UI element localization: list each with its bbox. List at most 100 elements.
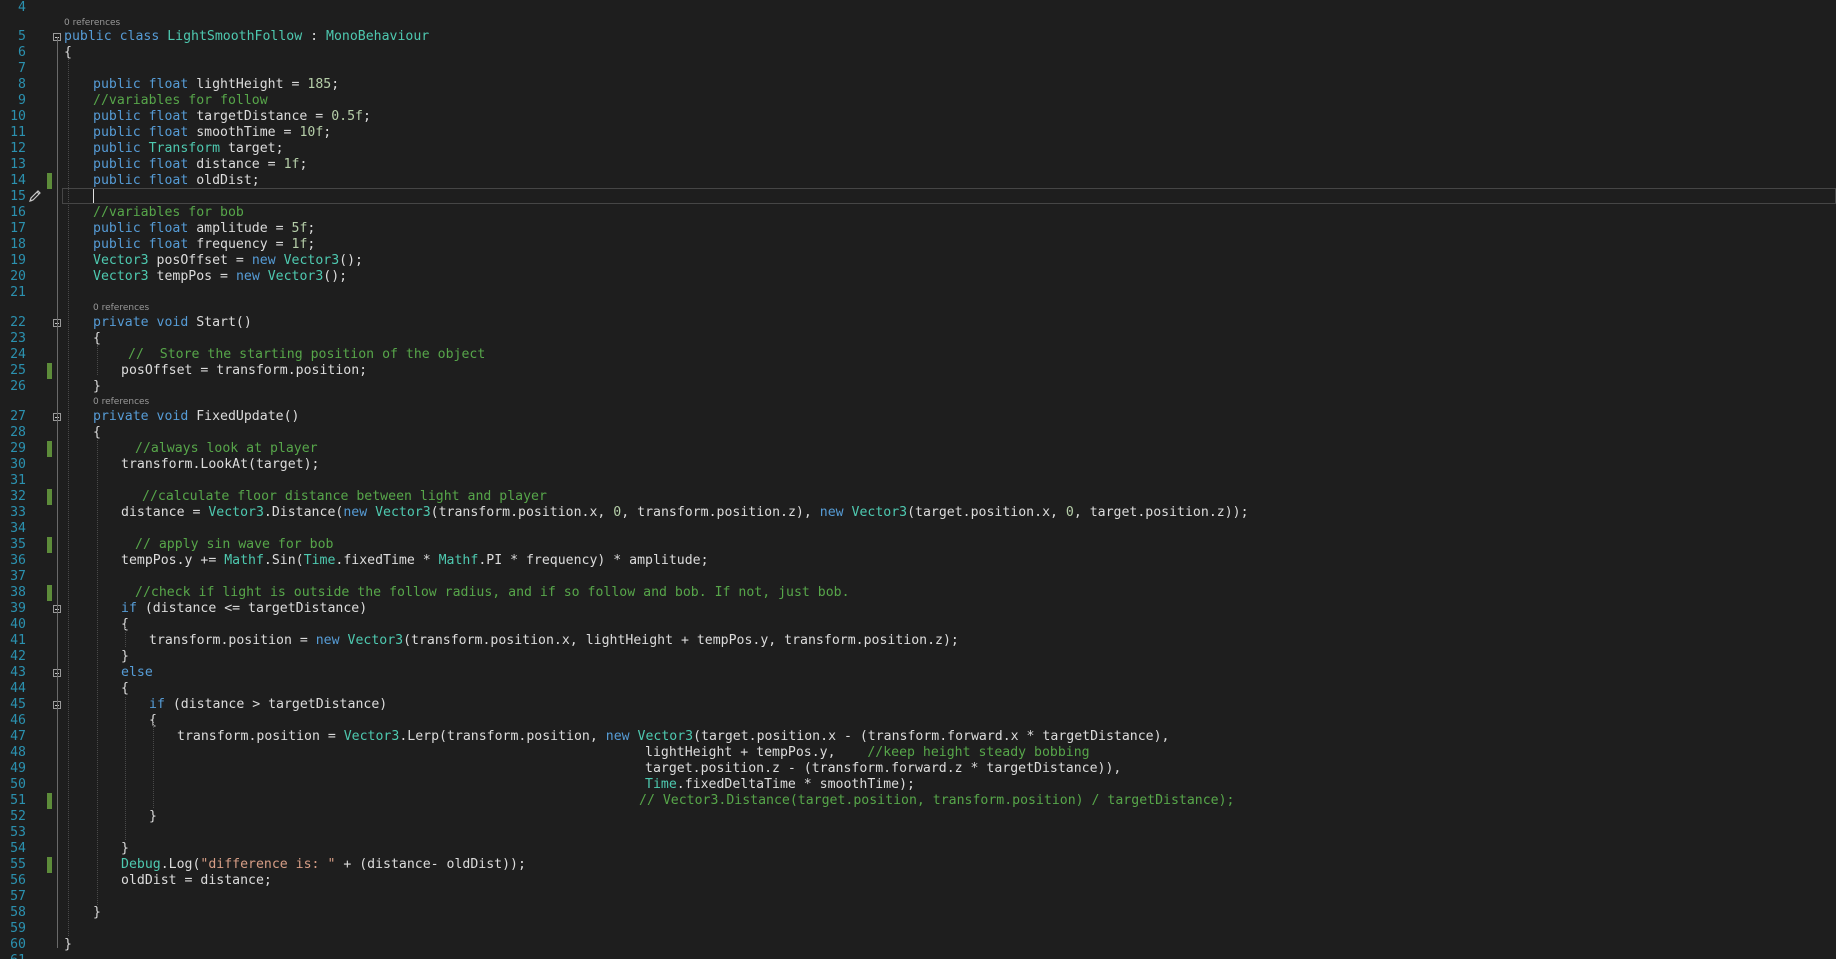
code-line[interactable]: } [121,649,129,665]
code-token: //variables for follow [93,93,268,108]
code-token: ; [323,125,332,140]
code-token: public [93,125,149,140]
code-token: Vector3 [93,269,157,284]
code-line[interactable]: public float smoothTime = 10f; [93,125,331,141]
code-token: { [93,425,101,440]
code-line[interactable]: //variables for bob [93,205,244,221]
code-token: targetDistance = [196,109,332,124]
code-line[interactable]: public class LightSmoothFollow : MonoBeh… [64,29,429,45]
code-token: { [93,331,101,346]
code-token: .Log( [160,857,201,872]
code-line[interactable]: transform.position = new Vector3(transfo… [149,633,959,649]
code-line[interactable]: oldDist = distance; [121,873,272,889]
code-line[interactable]: } [93,379,101,395]
code-line[interactable]: public float oldDist; [93,173,260,189]
code-token: float [148,157,197,172]
code-area[interactable]: public class LightSmoothFollow : MonoBeh… [0,0,1836,959]
code-line[interactable]: public float targetDistance = 0.5f; [93,109,371,125]
code-line[interactable]: private void Start() [93,315,252,331]
code-line[interactable]: public float frequency = 1f; [93,237,315,253]
code-line[interactable]: private void FixedUpdate() [93,409,299,425]
code-token: ; [331,77,340,92]
code-line[interactable]: { [93,425,101,441]
code-token: (target.position.x, [907,505,1066,520]
code-token: Mathf [224,553,264,568]
code-token: } [121,649,129,664]
code-token: new [819,505,852,520]
code-line[interactable]: // Vector3.Distance(target.position, tra… [639,793,1234,809]
code-line[interactable]: Vector3 posOffset = new Vector3(); [93,253,363,269]
code-line[interactable]: public float distance = 1f; [93,157,307,173]
code-token: public [93,141,149,156]
code-line[interactable]: // apply sin wave for bob [135,537,334,553]
code-line[interactable]: if (distance > targetDistance) [149,697,387,713]
indent-guide [97,440,98,905]
code-line[interactable]: //variables for follow [93,93,268,109]
code-token: FixedUpdate() [196,409,300,424]
code-line[interactable]: tempPos.y += Mathf.Sin(Time.fixedTime * … [121,553,709,569]
code-token: : [302,29,327,44]
code-token: LightSmoothFollow [167,29,303,44]
code-token: Mathf [438,553,479,568]
code-line[interactable]: transform.position = Vector3.Lerp(transf… [177,729,1169,745]
code-token: } [64,937,72,952]
code-line[interactable]: else [121,665,153,681]
code-line[interactable]: } [93,905,101,921]
codelens-references[interactable]: 0 references [93,396,149,408]
code-line[interactable]: } [149,809,157,825]
code-token: (distance > targetDistance) [172,697,388,712]
codelens-references[interactable]: 0 references [64,17,120,29]
code-token: private [93,315,157,330]
code-line[interactable]: // Store the starting position of the ob… [128,347,485,363]
code-token: Time [645,777,677,792]
code-token: (); [323,269,348,284]
code-token: } [149,809,157,824]
code-line[interactable]: public Transform target; [93,141,284,157]
code-token: float [148,221,197,236]
code-token: .Sin( [263,553,304,568]
code-token: //always look at player [135,441,318,456]
code-token: if [121,601,145,616]
code-line[interactable]: target.position.z - (transform.forward.z… [645,761,1121,777]
code-token: //keep height steady bobbing [867,745,1090,760]
code-line[interactable]: public float lightHeight = 185; [93,77,339,93]
code-token: } [93,905,101,920]
indent-guide [153,721,154,808]
code-line[interactable]: Debug.Log("difference is: " + (distance-… [121,857,526,873]
code-line[interactable]: //calculate floor distance between light… [142,489,547,505]
code-token: 5f [291,221,308,236]
code-line[interactable]: public float amplitude = 5f; [93,221,315,237]
code-token: Debug [121,857,161,872]
code-token: Vector3 [267,269,324,284]
code-line[interactable]: //always look at player [135,441,318,457]
code-line[interactable]: { [121,681,129,697]
code-token: Vector3 [375,505,431,520]
code-token: { [121,681,129,696]
code-token: ; [307,237,316,252]
code-token: new [251,253,284,268]
code-line[interactable]: } [64,937,72,953]
code-line[interactable]: lightHeight + tempPos.y, //keep height s… [645,745,1090,761]
code-token: float [148,125,197,140]
codelens-references[interactable]: 0 references [93,302,149,314]
code-token: float [148,173,197,188]
code-token: Transform [148,141,228,156]
code-line[interactable]: Vector3 tempPos = new Vector3(); [93,269,347,285]
code-token: // Vector3.Distance(target.position, tra… [639,793,1235,808]
code-line[interactable]: Time.fixedDeltaTime * smoothTime); [645,777,915,793]
code-line[interactable]: posOffset = transform.position; [121,363,367,379]
code-token: Vector3 [347,633,404,648]
pencil-edit-icon[interactable] [27,188,43,204]
code-token: .Lerp(transform.position, [399,729,606,744]
code-line[interactable]: distance = Vector3.Distance(new Vector3(… [121,505,1249,521]
text-caret [93,189,94,203]
code-token: 10f [299,125,324,140]
code-token: distance = [196,157,284,172]
code-token: new [315,633,348,648]
code-line[interactable]: transform.LookAt(target); [121,457,320,473]
code-line[interactable]: } [121,841,129,857]
code-editor[interactable]: 4 5 6 7 8 9 10 11 12 13 14 15 16 17 18 19 20 21 22 23 24 25 26… [0,0,1836,959]
code-line[interactable]: //check if light is outside the follow r… [135,585,850,601]
code-token: } [121,841,129,856]
code-line[interactable]: if (distance <= targetDistance) [121,601,367,617]
